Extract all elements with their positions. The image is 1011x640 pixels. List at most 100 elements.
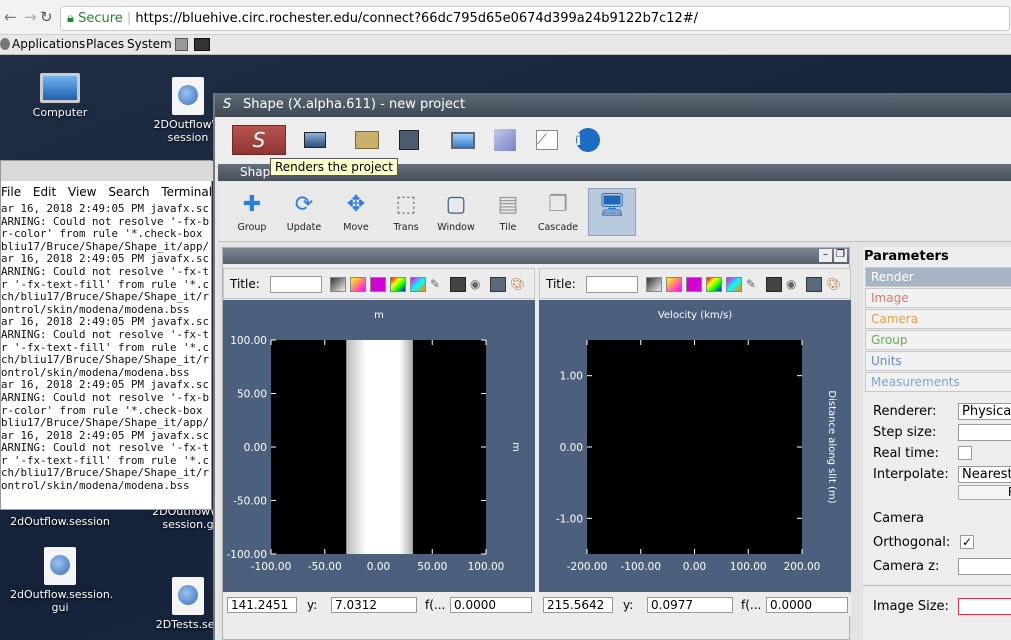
project-toolbar: ✚ Group ⟳ Update ✥ Move ⬚ Trans ▢ Window ▤ Til…	[218, 182, 1011, 242]
address-bar[interactable]: 🔒︎ Secure | https://bluehive.circ.roches…	[60, 6, 1010, 31]
right-axis-label: Distance along slit (m)	[826, 390, 837, 503]
y-tick-label: 1.00	[560, 371, 583, 383]
magenta-colormap-icon[interactable]	[370, 277, 386, 292]
palette-icon[interactable]: 🎨︎	[826, 277, 842, 292]
param-tab-camera[interactable]: Camera	[865, 309, 1011, 329]
terminal-menu-edit[interactable]: Edit	[33, 185, 56, 199]
spectral-colormap-icon[interactable]	[726, 277, 742, 292]
interpolate-label: Interpolate:	[873, 467, 949, 482]
plot-area-titlebar[interactable]: – ❐	[223, 248, 849, 264]
session-file-icon	[172, 77, 204, 115]
terminal-titlebar[interactable]	[1, 161, 213, 181]
save-icon[interactable]	[806, 277, 822, 292]
param-tab-render[interactable]: Render	[865, 267, 1011, 287]
restore-icon[interactable]: ❐	[834, 249, 847, 262]
info-button[interactable]: i	[572, 125, 604, 155]
desktop-icon-outflow-session[interactable]: 2dOutflow.session	[10, 515, 110, 528]
terminal-menu-view[interactable]: View	[68, 185, 96, 199]
terminal-menubar: File Edit View Search Terminal He	[1, 183, 213, 201]
title-input[interactable]	[270, 276, 322, 293]
monitor-icon: 🖥︎	[598, 193, 626, 218]
right-plot-svg[interactable]: Velocity (km/s) 1.00 0.00 -1.00 -200.00 -100.…	[539, 300, 851, 592]
param-tab-group[interactable]: Group	[865, 330, 1011, 350]
reload-icon[interactable]: ↻	[40, 8, 53, 26]
y-tick-label: 0.00	[560, 442, 583, 454]
left-plot-svg[interactable]: m 100.00 50.00 0.00 -50.00 -100.00-100.00 -50.…	[223, 300, 535, 592]
step-size-input[interactable]	[958, 424, 1011, 441]
left-plot[interactable]: m 100.00 50.00 0.00 -50.00 -100.00 -100.00 -50.…	[223, 300, 535, 592]
interpolate-select[interactable]: Nearest	[958, 466, 1011, 483]
left-plot-pane: Title: ✎ ◉ 🎨︎ m 100.00 50.00 0.00 -50.00…	[223, 268, 535, 638]
param-tab-measurements[interactable]: Measurements	[865, 372, 1011, 392]
magenta-colormap-icon[interactable]	[686, 277, 702, 292]
trans-button[interactable]: ⬚ Trans	[384, 188, 428, 236]
image-export-icon[interactable]	[450, 277, 466, 292]
back-icon[interactable]: ←	[4, 8, 17, 26]
real-time-checkbox[interactable]	[958, 446, 972, 460]
title-input[interactable]	[586, 276, 638, 293]
image-button[interactable]	[299, 125, 331, 155]
param-tab-image[interactable]: Image	[865, 288, 1011, 308]
move-button[interactable]: ✥ Move	[334, 188, 378, 236]
minimize-icon[interactable]: –	[819, 249, 832, 262]
spectral-colormap-icon[interactable]	[410, 277, 426, 292]
chart-button[interactable]: ⟋	[531, 125, 563, 155]
tool-label: Update	[286, 222, 322, 233]
window-button[interactable]: ▢ Window	[434, 188, 478, 236]
update-button[interactable]: ⟳ Update	[282, 188, 326, 236]
param-tab-units[interactable]: Units	[865, 351, 1011, 371]
eye-icon[interactable]: ◉	[470, 277, 486, 292]
menu-places[interactable]: Places	[86, 35, 124, 54]
desktop-icon-label: Computer	[32, 106, 88, 119]
terminal-output[interactable]: ar 16, 2018 2:49:05 PM javafx.sc ARNING: …	[1, 203, 213, 503]
desktop-icon-computer[interactable]: Computer	[10, 73, 110, 119]
tile-button[interactable]: ▤ Tile	[486, 188, 530, 236]
forward-icon[interactable]: →	[24, 8, 37, 26]
x-tick-label: -100.00	[620, 561, 661, 573]
save-icon[interactable]	[490, 277, 506, 292]
shape-titlebar[interactable]: S Shape (X.alpha.611) - new project	[215, 93, 1011, 117]
warm-colormap-icon[interactable]	[350, 277, 366, 292]
rainbow-colormap-icon[interactable]	[706, 277, 722, 292]
3d-button[interactable]	[489, 125, 521, 155]
open-button[interactable]	[351, 125, 383, 155]
shape-window: S Shape (X.alpha.611) - new project S ⟋ …	[213, 93, 1011, 640]
terminal-menu-terminal[interactable]: Terminal	[161, 185, 212, 199]
y-readout: 0.0977	[647, 597, 733, 613]
menu-applications[interactable]: Applications	[12, 35, 85, 54]
display-button[interactable]	[447, 125, 479, 155]
terminal-launcher-icon[interactable]	[194, 38, 210, 51]
gray-colormap-icon[interactable]	[646, 277, 662, 292]
desktop-icon-outflow-gui[interactable]: 2dOutflow.session. gui	[10, 547, 113, 614]
pencil-icon[interactable]: ✎	[430, 277, 446, 292]
cascade-button[interactable]: ❐ Cascade	[536, 188, 580, 236]
palette-icon[interactable]: 🎨︎	[510, 277, 526, 292]
y-tick-label: -100.00	[226, 549, 267, 561]
pencil-icon[interactable]: ✎	[746, 277, 762, 292]
terminal-menu-search[interactable]: Search	[108, 185, 149, 199]
image-size-input[interactable]	[958, 598, 1011, 615]
transform-icon: ⬚	[395, 192, 417, 217]
render-button[interactable]: S	[232, 125, 286, 155]
group-button[interactable]: ✚ Group	[230, 188, 274, 236]
warm-colormap-icon[interactable]	[666, 277, 682, 292]
renderer-label: Renderer:	[873, 404, 937, 419]
title-label: Title:	[230, 277, 260, 291]
renderer-select[interactable]: Physical	[958, 403, 1011, 420]
menu-system[interactable]: System	[127, 35, 172, 54]
reset-button[interactable]: Re	[958, 485, 1011, 500]
camera-z-input[interactable]	[958, 558, 1011, 575]
gray-colormap-icon[interactable]	[330, 277, 346, 292]
eye-icon[interactable]: ◉	[786, 277, 802, 292]
orthogonal-checkbox[interactable]: ✓	[960, 535, 974, 549]
tile-icon: ▤	[497, 192, 519, 217]
monitor-toggle-button[interactable]: 🖥︎	[588, 188, 636, 236]
divider	[863, 585, 1011, 586]
terminal-menu-file[interactable]: File	[1, 185, 21, 199]
right-plot[interactable]: Velocity (km/s) 1.00 0.00 -1.00 -200.00 -100.…	[539, 300, 851, 592]
y-tick-label: 0.00	[244, 442, 267, 454]
image-export-icon[interactable]	[766, 277, 782, 292]
launcher-icon[interactable]	[175, 38, 188, 51]
rainbow-colormap-icon[interactable]	[390, 277, 406, 292]
save-button[interactable]	[393, 125, 425, 155]
